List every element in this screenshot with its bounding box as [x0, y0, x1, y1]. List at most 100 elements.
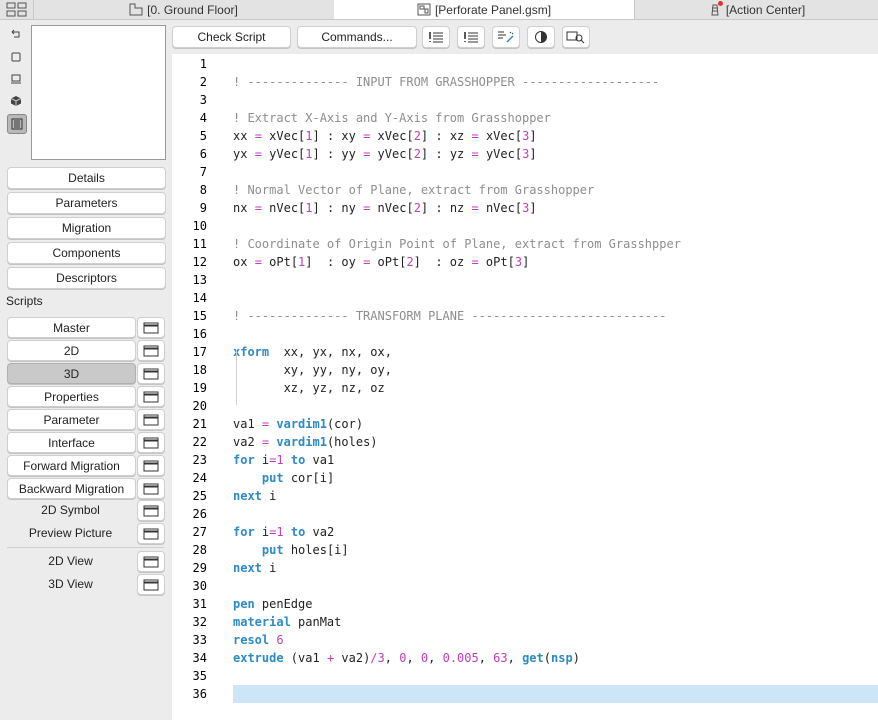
- code-line[interactable]: 27 for i=1 to va2: [172, 523, 878, 541]
- components-button[interactable]: Components: [7, 242, 166, 264]
- line-number: 17: [192, 345, 207, 359]
- code-line[interactable]: 22 va2 = vardim1(holes): [172, 433, 878, 451]
- code-line[interactable]: 1: [172, 55, 878, 73]
- contrast-icon[interactable]: [527, 26, 555, 48]
- code-line[interactable]: 19 xz, yz, nz, oz: [172, 379, 878, 397]
- code-line[interactable]: 15 ! -------------- TRANSFORM PLANE -----…: [172, 307, 878, 325]
- code-editor[interactable]: 1 2! -------------- INPUT FROM GRASSHOPPE…: [172, 54, 878, 720]
- open-window-icon[interactable]: [137, 432, 165, 453]
- tab-label: [0. Ground Floor]: [147, 2, 238, 17]
- code-line[interactable]: 10: [172, 217, 878, 235]
- open-window-icon[interactable]: [137, 500, 165, 521]
- preview-picture-item[interactable]: Preview Picture: [7, 523, 134, 542]
- parameters-button[interactable]: Parameters: [7, 192, 166, 214]
- code-text: next i: [233, 489, 277, 503]
- grid-view-icon[interactable]: [6, 2, 28, 17]
- 2d-view-item[interactable]: 2D View: [7, 551, 134, 570]
- tab-action-center[interactable]: [Action Center]: [635, 0, 878, 19]
- code-line[interactable]: 6 yx = yVec[1] : yy = yVec[2] : yz = yVec…: [172, 145, 878, 163]
- code-text: resol 6: [233, 633, 284, 647]
- code-line[interactable]: 21 va1 = vardim1(cor): [172, 415, 878, 433]
- format-wand-icon[interactable]: [492, 26, 520, 48]
- open-window-icon[interactable]: [137, 363, 165, 384]
- code-line[interactable]: 4 ! Extract X-Axis and Y-Axis from Grassh…: [172, 109, 878, 127]
- tab-perforate-panel[interactable]: [Perforate Panel.gsm]: [334, 0, 634, 19]
- line-number: 25: [192, 489, 207, 503]
- open-window-icon[interactable]: [137, 455, 165, 476]
- script-2d-button[interactable]: 2D: [7, 340, 136, 361]
- code-line[interactable]: 12 ox = oPt[1] : oy = oPt[2] : oz = oPt[3…: [172, 253, 878, 271]
- code-line[interactable]: 9 nx = nVec[1] : ny = nVec[2] : nz = nVec…: [172, 199, 878, 217]
- list-icon[interactable]: [457, 26, 485, 48]
- code-line[interactable]: 29 next i: [172, 559, 878, 577]
- view-icon-column: [7, 26, 27, 138]
- descriptors-button[interactable]: Descriptors: [7, 267, 166, 289]
- find-replace-icon[interactable]: [562, 26, 590, 48]
- code-line[interactable]: 31 pen penEdge: [172, 595, 878, 613]
- code-line[interactable]: 26: [172, 505, 878, 523]
- filmstrip-icon[interactable]: [7, 114, 27, 134]
- details-button[interactable]: Details: [7, 167, 166, 189]
- open-window-icon[interactable]: [137, 523, 165, 544]
- code-line[interactable]: 25 next i: [172, 487, 878, 505]
- comment-list-icon[interactable]: [422, 26, 450, 48]
- script-forward-migration-button[interactable]: Forward Migration: [7, 455, 136, 476]
- migration-button[interactable]: Migration: [7, 217, 166, 239]
- code-line[interactable]: 11 ! Coordinate of Origin Point of Plane,…: [172, 235, 878, 253]
- script-3d-button[interactable]: 3D: [7, 363, 136, 384]
- open-window-icon[interactable]: [137, 574, 165, 595]
- code-line[interactable]: 34 extrude (va1 + va2)/3, 0, 0, 0.005, 63…: [172, 649, 878, 667]
- check-script-button[interactable]: Check Script: [172, 26, 291, 48]
- code-line[interactable]: 28 put holes[i]: [172, 541, 878, 559]
- code-line[interactable]: 17 xform xx, yx, nx, ox,: [172, 343, 878, 361]
- script-properties-button[interactable]: Properties: [7, 386, 136, 407]
- code-line[interactable]: 2 ! -------------- INPUT FROM GRASSHOPPER…: [172, 73, 878, 91]
- rotate-view-icon[interactable]: [7, 26, 25, 44]
- line-number: 31: [192, 597, 207, 611]
- script-backward-migration-button[interactable]: Backward Migration: [7, 478, 136, 499]
- code-line[interactable]: 23 for i=1 to va1: [172, 451, 878, 469]
- 2d-symbol-item[interactable]: 2D Symbol: [7, 500, 134, 519]
- line-number: 20: [192, 399, 207, 413]
- 3d-view-item[interactable]: 3D View: [7, 574, 134, 593]
- code-line[interactable]: 16: [172, 325, 878, 343]
- tab-ground-floor[interactable]: [0. Ground Floor]: [34, 0, 333, 19]
- code-line[interactable]: 32 material panMat: [172, 613, 878, 631]
- code-text: xx = xVec[1] : xy = xVec[2] : xz = xVec[…: [233, 129, 537, 143]
- code-line[interactable]: 3: [172, 91, 878, 109]
- code-line[interactable]: 20: [172, 397, 878, 415]
- open-window-icon[interactable]: [137, 317, 165, 338]
- code-line[interactable]: 7: [172, 163, 878, 181]
- open-window-icon[interactable]: [137, 478, 165, 499]
- code-line[interactable]: 8 ! Normal Vector of Plane, extract from …: [172, 181, 878, 199]
- code-line[interactable]: 36: [172, 685, 878, 703]
- code-line[interactable]: 18 xy, yy, ny, oy,: [172, 361, 878, 379]
- line-number: 26: [192, 507, 207, 521]
- script-parameter-button[interactable]: Parameter: [7, 409, 136, 430]
- code-line[interactable]: 30: [172, 577, 878, 595]
- stand-view-icon[interactable]: [7, 70, 25, 88]
- square-view-icon[interactable]: [7, 48, 25, 66]
- line-number: 16: [192, 327, 207, 341]
- code-line[interactable]: 33 resol 6: [172, 631, 878, 649]
- line-number: 9: [199, 201, 207, 215]
- open-window-icon[interactable]: [137, 386, 165, 407]
- commands-button[interactable]: Commands...: [297, 26, 417, 48]
- script-interface-button[interactable]: Interface: [7, 432, 136, 453]
- code-line[interactable]: 13: [172, 271, 878, 289]
- code-line[interactable]: 24 put cor[i]: [172, 469, 878, 487]
- open-window-icon[interactable]: [137, 551, 165, 572]
- 3d-box-icon[interactable]: [7, 92, 25, 110]
- line-number: 4: [199, 111, 207, 125]
- line-number: 36: [192, 687, 207, 701]
- code-line[interactable]: 14: [172, 289, 878, 307]
- code-line[interactable]: 35: [172, 667, 878, 685]
- line-number: 1: [199, 57, 207, 71]
- open-window-icon[interactable]: [137, 409, 165, 430]
- open-window-icon[interactable]: [137, 340, 165, 361]
- code-line[interactable]: 5 xx = xVec[1] : xy = xVec[2] : xz = xVec…: [172, 127, 878, 145]
- script-master-button[interactable]: Master: [7, 317, 136, 338]
- lighthouse-icon: [708, 1, 723, 16]
- line-number: 2: [199, 75, 207, 89]
- line-number: 34: [192, 651, 207, 665]
